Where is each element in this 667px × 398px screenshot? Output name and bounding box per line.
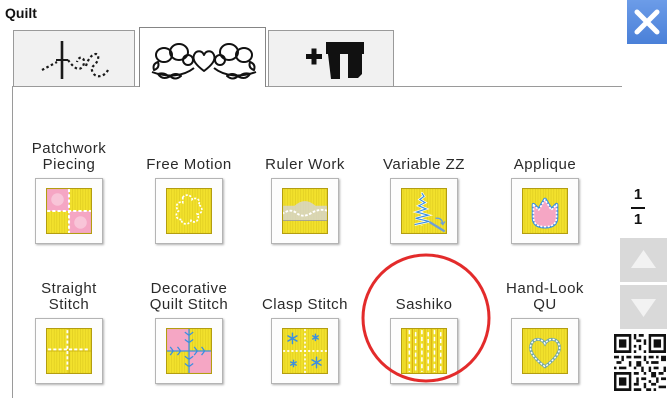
window-title: Quilt <box>5 5 37 21</box>
clasp-stitch-icon <box>271 318 339 384</box>
stitch-label-line: Patchwork <box>31 140 107 157</box>
stitch-label: Free Motion <box>130 138 248 176</box>
page-current: 1 <box>633 186 643 203</box>
stitch-label: Ruler Work <box>246 138 364 176</box>
qr-code-icon <box>614 334 666 391</box>
stitch-label-line: Sashiko <box>395 296 453 313</box>
page-total: 1 <box>633 211 643 228</box>
arrow-down-icon <box>631 299 656 317</box>
stitch-label: Straight Stitch <box>10 278 128 316</box>
page-up-button[interactable] <box>620 238 667 282</box>
stitch-label: Decorative Quilt Stitch <box>130 278 248 316</box>
stitch-hand-look-quilt[interactable]: Hand-Look QU <box>486 278 604 386</box>
applique-icon <box>511 178 579 244</box>
tab-presser-foot[interactable] <box>268 30 394 86</box>
ruler-work-icon <box>271 178 339 244</box>
arrow-up-icon <box>631 250 656 268</box>
straight-stitch-icon <box>35 318 103 384</box>
patchwork-piecing-icon <box>35 178 103 244</box>
stitch-label-line: Stitch <box>48 296 90 313</box>
stitch-label-line: Quilt Stitch <box>149 296 229 313</box>
needle-stitch-icon <box>41 41 109 79</box>
stitch-decorative-quilt-stitch[interactable]: Decorative Quilt Stitch <box>130 278 248 386</box>
stitch-label-line: Ruler Work <box>265 156 345 173</box>
tab-bar-divider <box>12 86 622 87</box>
sashiko-icon <box>390 318 458 384</box>
stitch-label: Clasp Stitch <box>246 278 364 316</box>
stitch-label: Sashiko <box>365 278 483 316</box>
page-down-button[interactable] <box>620 285 667 329</box>
stitch-label-line: Straight <box>41 280 97 297</box>
stitch-label: Applique <box>486 138 604 176</box>
stitch-label-line: Decorative <box>150 280 228 297</box>
stitch-label: Variable ZZ <box>365 138 483 176</box>
hand-look-quilt-icon <box>511 318 579 384</box>
stitch-variable-zz[interactable]: Variable ZZ <box>365 138 483 246</box>
stitch-label-line: Free Motion <box>146 156 232 173</box>
stitch-applique[interactable]: Applique <box>486 138 604 246</box>
stitch-label-line: QU <box>533 296 557 313</box>
tab-needle-stitch[interactable] <box>13 30 135 86</box>
stitch-label-line: Applique <box>513 156 577 173</box>
variable-zigzag-icon <box>390 178 458 244</box>
stitch-clasp-stitch[interactable]: Clasp Stitch <box>246 278 364 386</box>
stitch-label-line: Hand-Look <box>506 280 584 297</box>
close-button[interactable] <box>627 0 667 44</box>
page-fraction-bar <box>631 207 645 209</box>
tab-decorative-motif[interactable] <box>139 27 266 87</box>
decorative-quilt-stitch-icon <box>155 318 223 384</box>
stitch-sashiko[interactable]: Sashiko <box>365 278 483 386</box>
stitch-free-motion[interactable]: Free Motion <box>130 138 248 246</box>
stitch-label: Hand-Look QU <box>486 278 604 316</box>
decorative-motif-icon <box>151 43 257 80</box>
stitch-label: Patchwork Piecing <box>10 138 128 176</box>
stitch-label-line: Piecing <box>42 156 96 173</box>
add-presser-foot-icon <box>306 42 364 79</box>
stitch-label-line: Clasp Stitch <box>261 296 349 313</box>
stitch-patchwork-piecing[interactable]: Patchwork Piecing <box>10 138 128 246</box>
free-motion-icon <box>155 178 223 244</box>
close-icon <box>634 9 660 35</box>
stitch-straight-stitch[interactable]: Straight Stitch <box>10 278 128 386</box>
stitch-label-line: Variable ZZ <box>383 156 465 173</box>
stitch-ruler-work[interactable]: Ruler Work <box>246 138 364 246</box>
